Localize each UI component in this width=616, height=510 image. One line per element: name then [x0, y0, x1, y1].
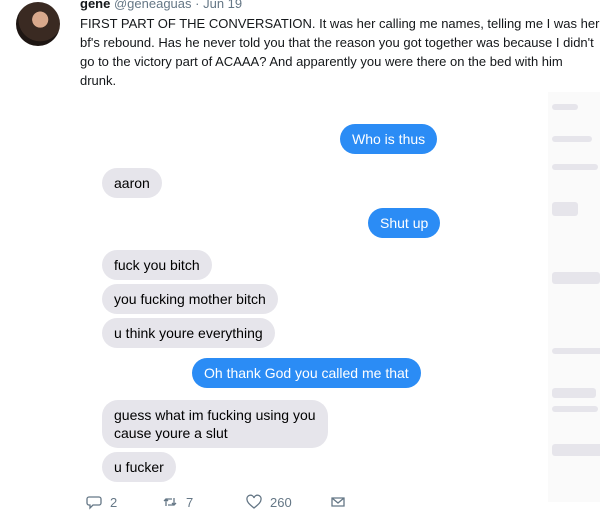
message-button[interactable]: [330, 494, 346, 510]
retweet-icon: [163, 498, 177, 506]
reply-button[interactable]: 2: [86, 494, 117, 510]
like-button[interactable]: 260: [246, 494, 292, 510]
reply-icon: [86, 496, 102, 510]
message-icon: [331, 497, 345, 507]
chat-message-received: guess what im fucking using you cause yo…: [102, 400, 328, 448]
conversation-thumbnail: [548, 92, 600, 502]
tweet-header: gene @geneaguas · Jun 19: [80, 0, 242, 11]
chat-message-received: you fucking mother bitch: [102, 284, 278, 314]
user-handle[interactable]: @geneaguas: [114, 0, 192, 11]
chat-screenshot[interactable]: Who is thus aaron Shut up fuck you bitch…: [80, 92, 600, 502]
tweet-actions: 2 7 260: [86, 494, 436, 510]
chat-message-received: fuck you bitch: [102, 250, 212, 280]
tweet-text: FIRST PART OF THE CONVERSATION. It was h…: [80, 16, 600, 88]
user-name[interactable]: gene: [80, 0, 110, 11]
chat-message-received: aaron: [102, 168, 162, 198]
chat-message-received: u think youre everything: [102, 318, 275, 348]
chat-message-received: u fucker: [102, 452, 176, 482]
tweet-date[interactable]: Jun 19: [203, 0, 242, 11]
chat-message-sent: Shut up: [368, 208, 441, 238]
reply-count: 2: [110, 494, 118, 510]
like-icon: [246, 494, 262, 509]
chat-message-sent: Oh thank God you called me that: [192, 358, 421, 388]
like-count: 260: [270, 494, 292, 510]
separator-dot: ·: [195, 0, 200, 11]
retweet-button[interactable]: 7: [162, 494, 193, 510]
chat-message-sent: Who is thus: [340, 124, 438, 154]
avatar[interactable]: [16, 2, 60, 46]
retweet-count: 7: [186, 494, 194, 510]
